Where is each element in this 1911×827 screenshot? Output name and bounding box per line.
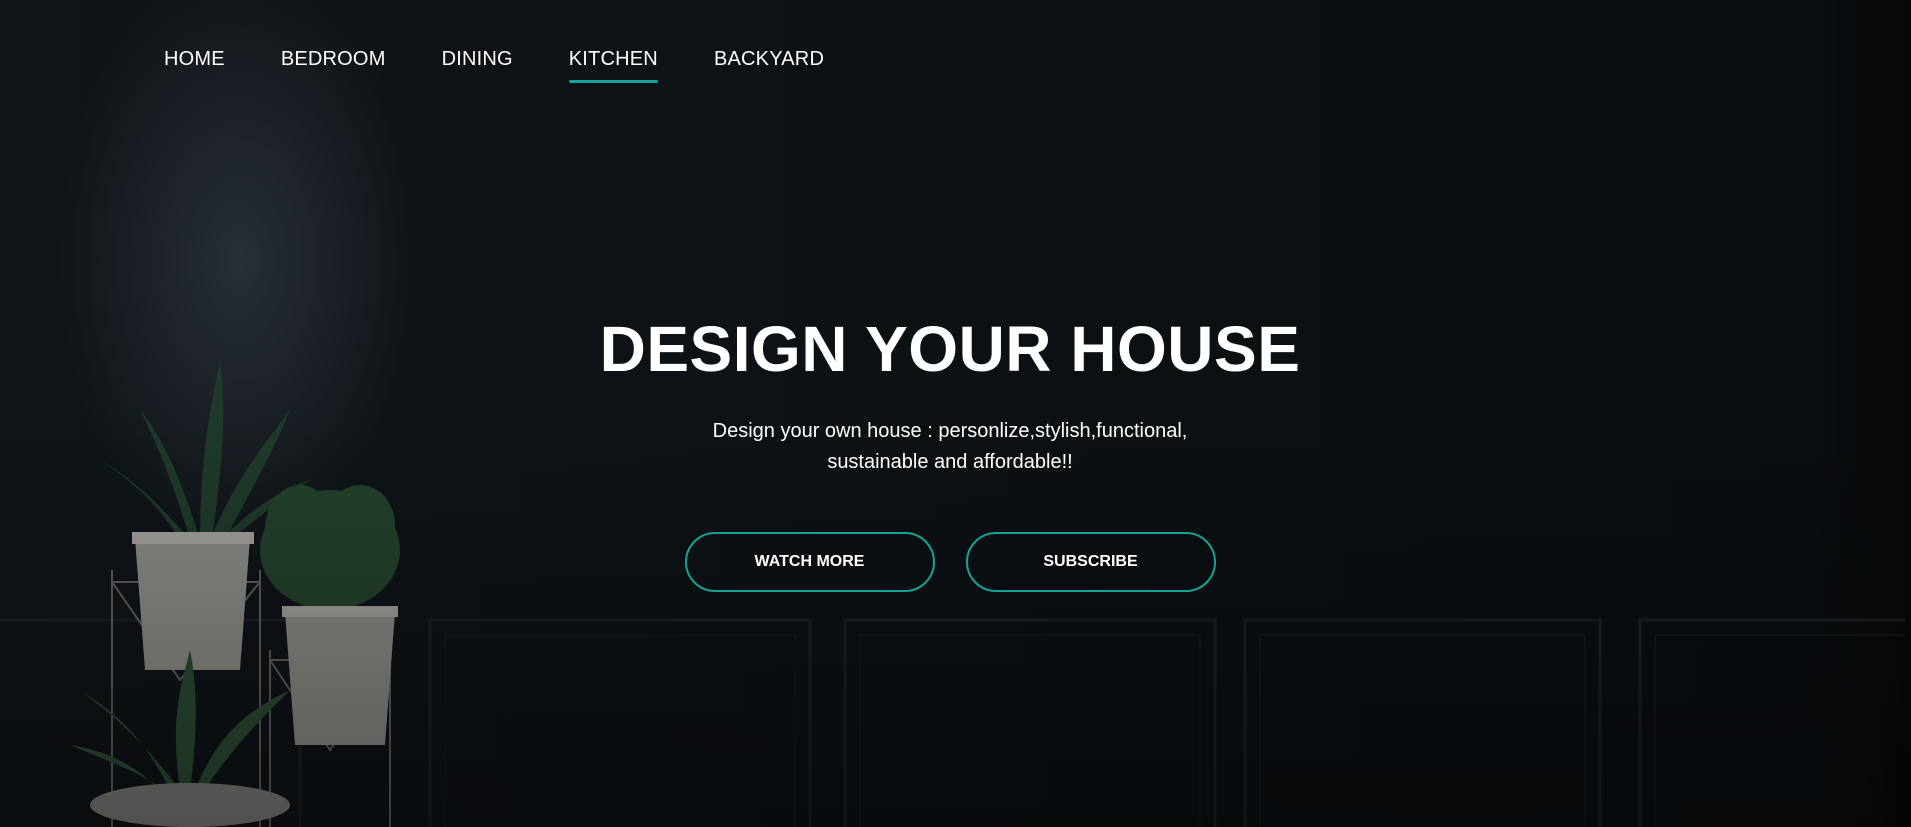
nav-item-bedroom[interactable]: BEDROOM [281,48,386,83]
nav-item-kitchen[interactable]: KITCHEN [568,48,659,83]
hero-content: DESIGN YOUR HOUSE Design your own house … [0,312,1900,592]
nav-item-dining[interactable]: DINING [442,48,513,83]
hero-buttons: WATCH MORE SUBSCRIBE [0,532,1900,592]
hero-section: HOME BEDROOM DINING KITCHEN BACKYARD DES… [0,0,1911,827]
hero-subtitle: Design your own house : personlize,styli… [712,420,1188,473]
nav-item-backyard[interactable]: BACKYARD [714,48,824,83]
page-right-edge [1905,0,1911,827]
nav-item-home[interactable]: HOME [164,48,225,83]
main-nav: HOME BEDROOM DINING KITCHEN BACKYARD [164,48,880,83]
watch-more-button[interactable]: WATCH MORE [684,532,935,592]
subscribe-button[interactable]: SUBSCRIBE [965,532,1216,592]
page-title: DESIGN YOUR HOUSE [599,313,1301,385]
